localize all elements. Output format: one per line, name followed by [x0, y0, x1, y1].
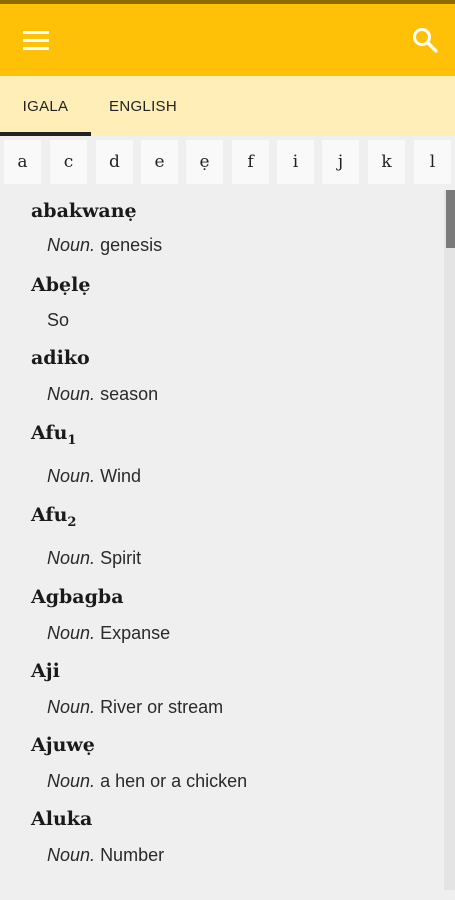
headword-text: Aluka [31, 808, 93, 830]
language-tabs: IGALA ENGLISH [0, 76, 455, 136]
definition-text: genesis [100, 235, 163, 255]
part-of-speech: Noun. [47, 697, 96, 717]
definition-text: a hen or a chicken [100, 771, 248, 791]
entry-headword: abakwanẹ [31, 200, 137, 222]
homonym-number: 1 [67, 432, 77, 448]
alphabet-letter-1[interactable]: c [50, 140, 87, 184]
part-of-speech: Noun. [47, 466, 96, 486]
headword-text: Aji [31, 660, 60, 682]
entry-headword: Abẹlẹ [31, 274, 90, 296]
entry-definition: Noun. Wind [47, 466, 141, 487]
entry-definition: So [47, 310, 69, 331]
headword-text: Agbagba [31, 586, 124, 608]
headword-text: abakwanẹ [31, 200, 137, 222]
entry-headword: Ajuwẹ [31, 734, 95, 756]
part-of-speech: Noun. [47, 771, 96, 791]
alphabet-letter-8[interactable]: k [368, 140, 405, 184]
alphabet-letter-3[interactable]: e [141, 140, 178, 184]
entry-headword: Aji [31, 660, 60, 682]
entry-definition: Noun. Number [47, 845, 164, 866]
definition-text: season [100, 384, 159, 404]
definition-text: Wind [100, 466, 142, 486]
entry-definition: Noun. genesis [47, 235, 162, 256]
definition-text: River or stream [100, 697, 224, 717]
headword-text: Ajuwẹ [31, 734, 95, 756]
search-button[interactable] [401, 16, 449, 64]
tab-english[interactable]: ENGLISH [91, 76, 195, 136]
scrollbar-thumb[interactable] [446, 190, 455, 248]
selected-tab-indicator [0, 132, 91, 136]
entry-definition: Noun. Expanse [47, 623, 170, 644]
definition-text: Spirit [100, 548, 142, 568]
alphabet-letter-9[interactable]: l [414, 140, 451, 184]
entry-headword: Agbagba [31, 586, 124, 608]
definition-text: So [47, 310, 70, 330]
app-screen: IGALA ENGLISH acdeẹfijkl abakwanẹ Noun. g… [0, 0, 455, 900]
alphabet-letter-6[interactable]: i [277, 140, 314, 184]
alphabet-bar: acdeẹfijkl [0, 140, 455, 186]
part-of-speech: Noun. [47, 548, 96, 568]
alphabet-letter-5[interactable]: f [232, 140, 269, 184]
alphabet-letter-0[interactable]: a [4, 140, 41, 184]
entry-definition: Noun. a hen or a chicken [47, 771, 247, 792]
tab-igala[interactable]: IGALA [0, 76, 91, 136]
entry-definition: Noun. Spirit [47, 548, 141, 569]
entry-headword: Afu2 [31, 504, 76, 530]
definition-text: Expanse [100, 623, 171, 643]
headword-text: adiko [31, 347, 90, 369]
part-of-speech: Noun. [47, 384, 96, 404]
bottom-edge [0, 890, 455, 900]
scrollbar-track [444, 190, 455, 890]
dictionary-list: abakwanẹ Noun. genesis Abẹlẹ So adiko Noun. s… [0, 190, 444, 890]
headword-text: Afu [31, 504, 68, 526]
alphabet-letter-2[interactable]: d [96, 140, 133, 184]
part-of-speech: Noun. [47, 845, 96, 865]
entry-headword: Aluka [31, 808, 92, 830]
app-toolbar [0, 4, 455, 76]
headword-text: Abẹlẹ [31, 274, 91, 296]
part-of-speech: Noun. [47, 235, 96, 255]
entry-headword: adiko [31, 347, 90, 369]
alphabet-letter-4[interactable]: ẹ [186, 140, 223, 184]
search-icon [413, 28, 438, 53]
definition-text: Number [100, 845, 165, 865]
entry-definition: Noun. season [47, 384, 158, 405]
menu-button[interactable] [12, 16, 60, 64]
part-of-speech: Noun. [47, 623, 96, 643]
headword-text: Afu [31, 422, 68, 444]
menu-icon [23, 31, 49, 50]
homonym-number: 2 [67, 514, 77, 530]
alphabet-letter-7[interactable]: j [322, 140, 359, 184]
entry-headword: Afu1 [31, 422, 76, 448]
entry-definition: Noun. River or stream [47, 697, 223, 718]
